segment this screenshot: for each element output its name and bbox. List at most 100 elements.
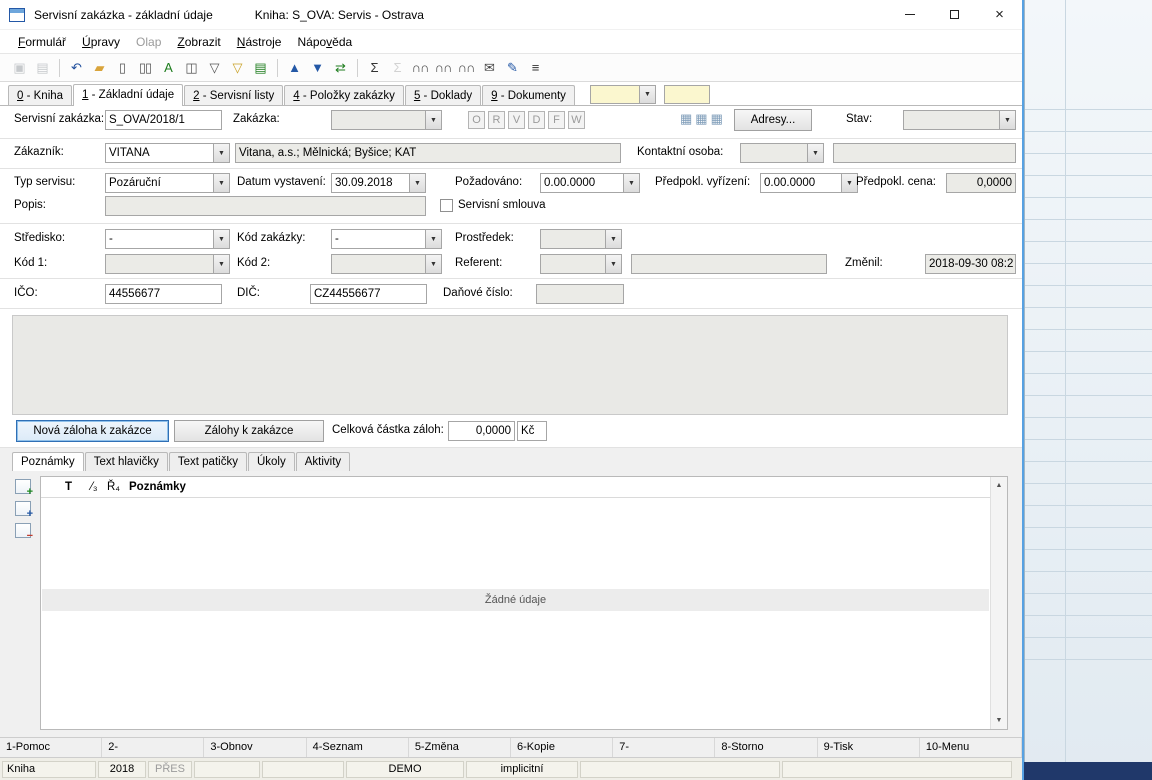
filter-active-icon[interactable]: ▽ (226, 57, 248, 79)
fnkey-5[interactable]: 5-Změna (409, 738, 511, 757)
move-up-icon[interactable]: ▲ (283, 57, 305, 79)
ico-field[interactable]: 44556677 (105, 284, 222, 304)
flag-button-r[interactable]: R (488, 111, 505, 129)
minimize-button[interactable] (887, 0, 932, 29)
kod1-combo[interactable]: ▼ (105, 254, 230, 274)
notes-column-header-3[interactable]: Poznámky (123, 481, 186, 493)
kontaktni-osoba-combo[interactable]: ▼ (740, 143, 824, 163)
zakazka-combo[interactable]: ▼ (331, 110, 442, 130)
stav-combo[interactable]: ▼ (903, 110, 1016, 130)
chevron-down-icon[interactable]: ▼ (425, 230, 441, 248)
zakaznik-combo[interactable]: VITANA▼ (105, 143, 230, 163)
tab-2[interactable]: 2 - Servisní listy (184, 85, 283, 105)
quick-combo[interactable]: ▼ (590, 85, 656, 104)
referent-combo[interactable]: ▼ (540, 254, 622, 274)
insert-template-icon[interactable]: A (157, 57, 179, 79)
pozadovano-combo[interactable]: 0.00.0000▼ (540, 173, 640, 193)
notes-tab-2[interactable]: Text patičky (169, 452, 247, 471)
edit-note-icon[interactable]: ✎ (501, 57, 523, 79)
tab-9[interactable]: 9 - Dokumenty (482, 85, 575, 105)
fnkey-4[interactable]: 4-Seznam (307, 738, 409, 757)
flag-button-o[interactable]: O (468, 111, 485, 129)
tab-5[interactable]: 5 - Doklady (405, 85, 481, 105)
chevron-down-icon[interactable]: ▼ (807, 144, 823, 162)
notes-tab-4[interactable]: Aktivity (296, 452, 350, 471)
find-next-icon[interactable]: ∩∩ (432, 57, 454, 79)
menu-item-zobrazit[interactable]: Zobrazit (169, 32, 228, 52)
tab-1[interactable]: 1 - Základní údaje (73, 84, 183, 106)
deposits-total-field[interactable]: 0,0000 (448, 421, 515, 441)
mail-icon[interactable]: ✉ (478, 57, 500, 79)
filter-icon[interactable]: ▽ (203, 57, 225, 79)
maximize-button[interactable] (932, 0, 977, 29)
chevron-down-icon[interactable]: ▼ (841, 174, 857, 192)
address-grid-icon-2[interactable]: ▦ (695, 112, 707, 125)
danove-cislo-field[interactable] (536, 284, 624, 304)
servisni-smlouva-checkbox[interactable] (440, 199, 453, 212)
notes-tab-1[interactable]: Text hlavičky (85, 452, 168, 471)
fnkey-3[interactable]: 3-Obnov (204, 738, 306, 757)
note-delete-icon[interactable]: − (15, 523, 31, 538)
chevron-down-icon[interactable]: ▼ (425, 255, 441, 273)
popis-field[interactable] (105, 196, 426, 216)
quick-field[interactable] (664, 85, 710, 104)
preview-icon[interactable]: ◫ (180, 57, 202, 79)
flag-button-d[interactable]: D (528, 111, 545, 129)
kod-zakazky-combo[interactable]: -▼ (331, 229, 442, 249)
notes-column-header-1[interactable]: ⁄₃ (85, 481, 101, 493)
chevron-down-icon[interactable]: ▼ (213, 144, 229, 162)
note-add-icon[interactable]: + (15, 479, 31, 494)
stredisko-combo[interactable]: -▼ (105, 229, 230, 249)
servisni-zakazka-field[interactable]: S_OVA/2018/1 (105, 110, 222, 130)
undo-icon[interactable]: ↶ (65, 57, 87, 79)
menu-item-napoveda[interactable]: Nápověda (289, 32, 360, 52)
list-icon[interactable]: ≡ (524, 57, 546, 79)
flag-button-w[interactable]: W (568, 111, 585, 129)
find-new-icon[interactable]: ∩∩ (455, 57, 477, 79)
sum-icon[interactable]: Σ (363, 57, 385, 79)
tab-4[interactable]: 4 - Položky zakázky (284, 85, 404, 105)
refresh-icon[interactable]: ⇄ (329, 57, 351, 79)
notes-column-header-0[interactable]: T (59, 481, 85, 493)
notes-scrollbar[interactable]: ▲ ▼ (990, 477, 1007, 729)
tab-0[interactable]: 0 - Kniha (8, 85, 72, 105)
scroll-up-icon[interactable]: ▲ (996, 477, 1003, 494)
referent-detail-field[interactable] (631, 254, 827, 274)
chevron-down-icon[interactable]: ▼ (409, 174, 425, 192)
typ-servisu-combo[interactable]: Pozáruční▼ (105, 173, 230, 193)
fnkey-6[interactable]: 6-Kopie (511, 738, 613, 757)
chevron-down-icon[interactable]: ▼ (213, 255, 229, 273)
zmenil-field[interactable]: 2018-09-30 08:2 (925, 254, 1016, 274)
fnkey-8[interactable]: 8-Storno (715, 738, 817, 757)
chevron-down-icon[interactable]: ▼ (639, 86, 655, 103)
chevron-down-icon[interactable]: ▼ (425, 111, 441, 129)
layers-icon[interactable]: ▤ (249, 57, 271, 79)
notes-column-header-2[interactable]: Ř₄ (101, 481, 123, 493)
menu-item-nastroje[interactable]: Nástroje (229, 32, 290, 52)
address-grid-icon-1[interactable]: ▦ (680, 112, 692, 125)
menu-item-upravy[interactable]: Úpravy (74, 32, 128, 52)
notes-tab-0[interactable]: Poznámky (12, 452, 84, 471)
datum-vystaveni-combo[interactable]: 30.09.2018▼ (331, 173, 426, 193)
fnkey-1[interactable]: 1-Pomoc (0, 738, 102, 757)
fnkey-2[interactable]: 2- (102, 738, 204, 757)
dic-field[interactable]: CZ44556677 (310, 284, 427, 304)
new-document-icon[interactable]: ▯ (111, 57, 133, 79)
address-grid-icon-3[interactable]: ▦ (711, 112, 723, 125)
zakaznik-detail-field[interactable]: Vitana, a.s.; Mělnická; Byšice; KAT (235, 143, 621, 163)
new-deposit-button[interactable]: Nová záloha k zakázce (16, 420, 169, 442)
fnkey-7[interactable]: 7- (613, 738, 715, 757)
flag-button-v[interactable]: V (508, 111, 525, 129)
chevron-down-icon[interactable]: ▼ (213, 230, 229, 248)
notes-tab-3[interactable]: Úkoly (248, 452, 295, 471)
fnkey-10[interactable]: 10-Menu (920, 738, 1022, 757)
predpokl-cena-field[interactable]: 0,0000 (946, 173, 1016, 193)
open-folder-icon[interactable]: ▰ (88, 57, 110, 79)
menu-item-formular[interactable]: Formulář (10, 32, 74, 52)
scroll-down-icon[interactable]: ▼ (996, 712, 1003, 729)
deposits-list-button[interactable]: Zálohy k zakázce (174, 420, 324, 442)
adresy-button[interactable]: Adresy... (734, 109, 812, 131)
chevron-down-icon[interactable]: ▼ (623, 174, 639, 192)
note-copy-icon[interactable]: + (15, 501, 31, 516)
kontaktni-osoba-detail-field[interactable] (833, 143, 1016, 163)
